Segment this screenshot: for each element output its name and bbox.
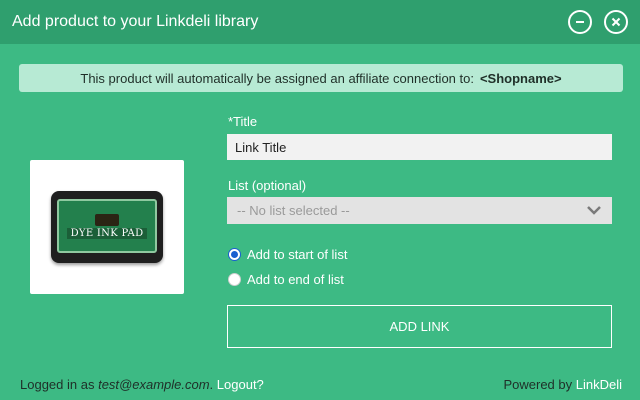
ink-pad-logo — [95, 213, 119, 226]
title-label: *Title — [228, 114, 258, 129]
list-select[interactable]: -- No list selected -- — [227, 197, 612, 224]
logged-in-prefix: Logged in as — [20, 377, 95, 392]
add-link-button[interactable]: ADD LINK — [227, 305, 612, 348]
dialog-title: Add product to your Linkdeli library — [12, 13, 259, 30]
powered-by-text: Powered by — [503, 377, 573, 392]
close-icon[interactable] — [604, 10, 628, 34]
powered-by: Powered by LinkDeli — [503, 377, 622, 392]
minimize-icon[interactable] — [568, 10, 592, 34]
radio-add-to-end[interactable]: Add to end of list — [228, 272, 344, 287]
title-bar: Add product to your Linkdeli library — [0, 0, 640, 44]
title-input[interactable] — [227, 134, 612, 160]
affiliate-notice: This product will automatically be assig… — [19, 64, 623, 92]
ink-pad-picture: DYE INK PAD — [51, 191, 163, 263]
footer-separator: . — [209, 377, 214, 392]
ink-pad-text: DYE INK PAD — [66, 227, 148, 239]
affiliate-notice-text: This product will automatically be assig… — [80, 70, 474, 86]
login-status: Logged in as test@example.com. Logout? — [20, 377, 264, 392]
radio-start-label: Add to start of list — [247, 247, 348, 262]
linkdeli-link[interactable]: LinkDeli — [576, 377, 622, 392]
user-email: test@example.com — [98, 377, 210, 392]
list-select-value: -- No list selected -- — [237, 203, 350, 218]
radio-add-to-start[interactable]: Add to start of list — [228, 247, 347, 262]
chevron-down-icon — [586, 203, 602, 218]
product-image: DYE INK PAD — [30, 160, 184, 294]
ink-pad-label: DYE INK PAD — [57, 199, 157, 253]
radio-end-button[interactable] — [228, 273, 241, 286]
radio-start-button[interactable] — [228, 248, 241, 261]
shop-name: <Shopname> — [479, 70, 562, 86]
list-label: List (optional) — [228, 178, 307, 193]
radio-end-label: Add to end of list — [247, 272, 344, 287]
window-controls — [568, 10, 628, 34]
logout-link[interactable]: Logout? — [217, 377, 264, 392]
